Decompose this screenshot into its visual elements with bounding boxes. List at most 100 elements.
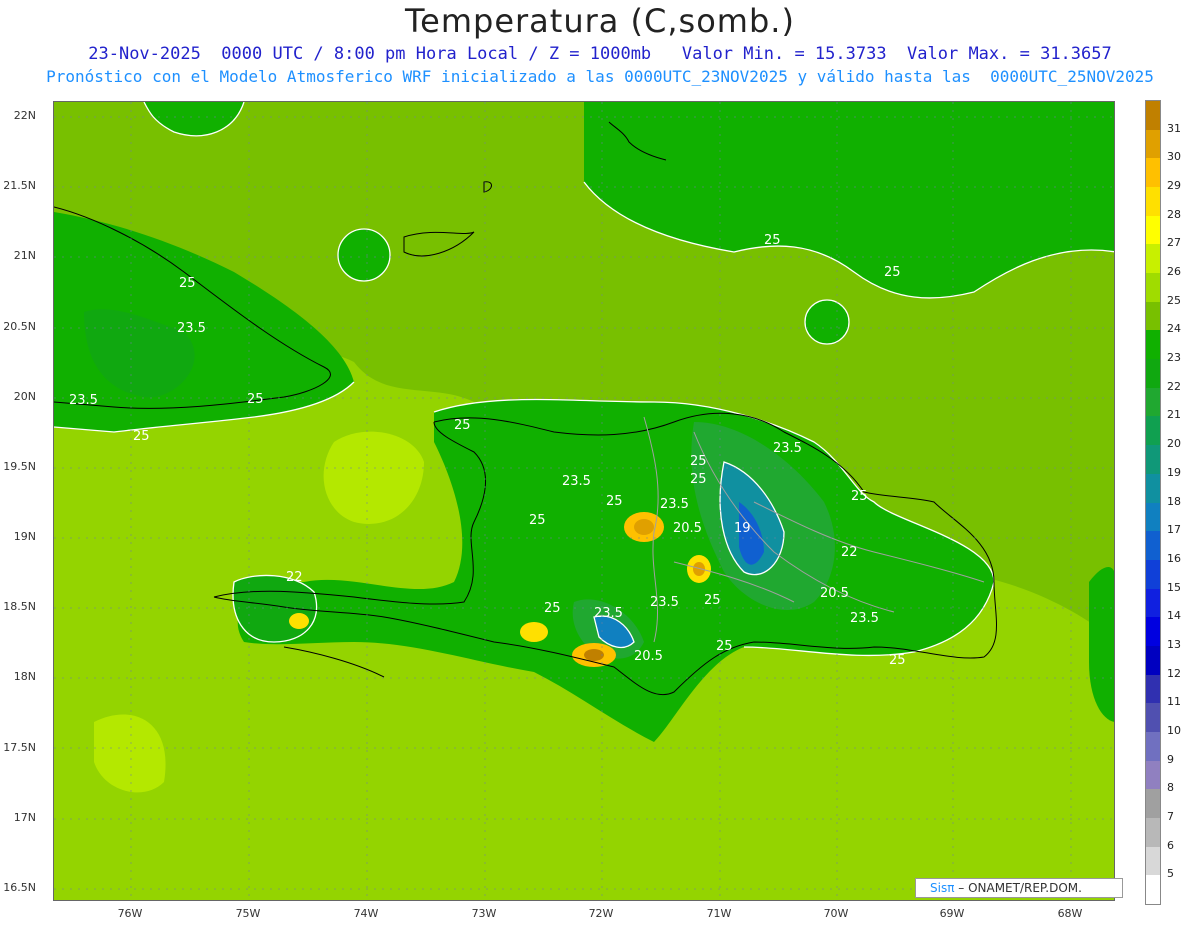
- contour-label: 25: [889, 653, 906, 668]
- contour-label: 20.5: [634, 649, 663, 664]
- colorbar-label: 11: [1167, 695, 1181, 709]
- credit-box: Sisπ – ONAMET/REP.DOM.: [915, 878, 1123, 898]
- credit-brand: Sisπ: [930, 881, 955, 895]
- map-title: Temperatura (C,somb.): [405, 2, 795, 40]
- lon-label: 69W: [939, 907, 965, 920]
- colorbar-label: 17: [1167, 523, 1181, 537]
- lat-label: 21N: [13, 249, 36, 262]
- temperature-map: 25 25 25 23.5 23.5 25 25 25 23.5 25 25 2…: [53, 101, 1115, 901]
- colorbar-segment: [1146, 731, 1160, 762]
- colorbar-label: 9: [1167, 752, 1174, 766]
- colorbar-segment: [1146, 187, 1160, 217]
- colorbar-segment: [1146, 789, 1160, 819]
- colorbar-label: 23: [1167, 351, 1181, 365]
- lat-label: 20N: [13, 390, 36, 403]
- contour-label: 23.5: [69, 393, 98, 408]
- lon-label: 70W: [823, 907, 849, 920]
- colorbar-label: 28: [1167, 207, 1181, 221]
- colorbar-label: 10: [1167, 723, 1181, 737]
- colorbar-label: 13: [1167, 637, 1181, 651]
- credit-text: – ONAMET/REP.DOM.: [954, 881, 1082, 895]
- lon-label: 71W: [706, 907, 732, 920]
- lat-label: 20.5N: [3, 320, 36, 333]
- colorbar-segment: [1146, 617, 1160, 647]
- colorbar-segment: [1146, 273, 1160, 303]
- colorbar-label: 5: [1167, 867, 1174, 881]
- colorbar-segment: [1146, 359, 1160, 389]
- colorbar-segment: [1146, 244, 1160, 274]
- contour-label: 25: [690, 472, 707, 487]
- lat-label: 18.5N: [3, 600, 36, 613]
- contour-label: 22: [286, 570, 303, 585]
- lat-label: 22N: [13, 109, 36, 122]
- colorbar-label: 30: [1167, 150, 1181, 164]
- colorbar-label: 12: [1167, 666, 1181, 680]
- colorbar-label: 19: [1167, 465, 1181, 479]
- colorbar-label: 25: [1167, 293, 1181, 307]
- lon-label: 73W: [471, 907, 497, 920]
- hot-spot-3-core: [584, 649, 604, 661]
- colorbar-segment: [1146, 473, 1160, 503]
- colorbar-label: 29: [1167, 179, 1181, 193]
- contour-label: 23.5: [562, 474, 591, 489]
- colorbar-segment: [1146, 588, 1160, 618]
- colorbar-segment: [1146, 301, 1160, 331]
- colorbar-label: 27: [1167, 236, 1181, 250]
- colorbar-segment: [1146, 817, 1160, 848]
- contour-label: 23.5: [773, 441, 802, 456]
- colorbar-segment: [1146, 101, 1160, 131]
- colorbar-segment: [1146, 846, 1160, 876]
- colorbar-segment: [1146, 645, 1160, 676]
- lon-label: 72W: [588, 907, 614, 920]
- hot-spot-5: [289, 613, 309, 629]
- lon-label: 68W: [1057, 907, 1083, 920]
- colorbar-segment: [1146, 760, 1160, 790]
- hot-spot-1-core: [634, 519, 654, 535]
- colorbar-segment: [1146, 445, 1160, 475]
- contour-label: 23.5: [177, 321, 206, 336]
- lat-label: 17.5N: [3, 741, 36, 754]
- colorbar-segment: [1146, 674, 1160, 704]
- lon-label: 76W: [117, 907, 143, 920]
- colorbar-segment: [1146, 330, 1160, 360]
- contour-label: 25: [454, 418, 471, 433]
- lat-label: 19N: [13, 530, 36, 543]
- contour-label: 25: [851, 489, 868, 504]
- colorbar-segment: [1146, 875, 1160, 905]
- lat-label: 17N: [13, 811, 36, 824]
- contour-label: 25: [606, 494, 623, 509]
- contour-label: 23.5: [650, 595, 679, 610]
- contour-label: 23.5: [850, 611, 879, 626]
- hot-spot-4: [520, 622, 548, 642]
- lat-label: 21.5N: [3, 179, 36, 192]
- subtitle-model-info: Pronóstico con el Modelo Atmosferico WRF…: [46, 67, 1154, 86]
- colorbar: [1145, 100, 1161, 905]
- lat-label: 16.5N: [3, 881, 36, 894]
- colorbar-label: 16: [1167, 551, 1181, 565]
- colorbar-segment: [1146, 703, 1160, 733]
- colorbar-segment: [1146, 129, 1160, 159]
- map-canvas: 25 25 25 23.5 23.5 25 25 25 23.5 25 25 2…: [54, 102, 1114, 900]
- colorbar-label: 21: [1167, 408, 1181, 422]
- lon-label: 75W: [235, 907, 261, 920]
- colorbar-segment: [1146, 158, 1160, 188]
- lon-label: 74W: [353, 907, 379, 920]
- subtitle-valid-time: 23-Nov-2025 0000 UTC / 8:00 pm Hora Loca…: [88, 44, 1112, 64]
- colorbar-label: 7: [1167, 809, 1174, 823]
- contour-label: 20.5: [820, 586, 849, 601]
- contour-label: 25: [179, 276, 196, 291]
- contour-label: 20.5: [673, 521, 702, 536]
- lat-label: 19.5N: [3, 460, 36, 473]
- contour-label: 23.5: [594, 606, 623, 621]
- colorbar-label: 22: [1167, 379, 1181, 393]
- colorbar-segment: [1146, 215, 1160, 245]
- colorbar-label: 18: [1167, 494, 1181, 508]
- colorbar-label: 26: [1167, 265, 1181, 279]
- contour-label: 25: [529, 513, 546, 528]
- colorbar-segment: [1146, 502, 1160, 532]
- contour-label: 25: [884, 265, 901, 280]
- colorbar-label: 31: [1167, 121, 1181, 135]
- contour-label: 19: [734, 521, 751, 536]
- contour-label: 25: [704, 593, 721, 608]
- colorbar-label: 6: [1167, 838, 1174, 852]
